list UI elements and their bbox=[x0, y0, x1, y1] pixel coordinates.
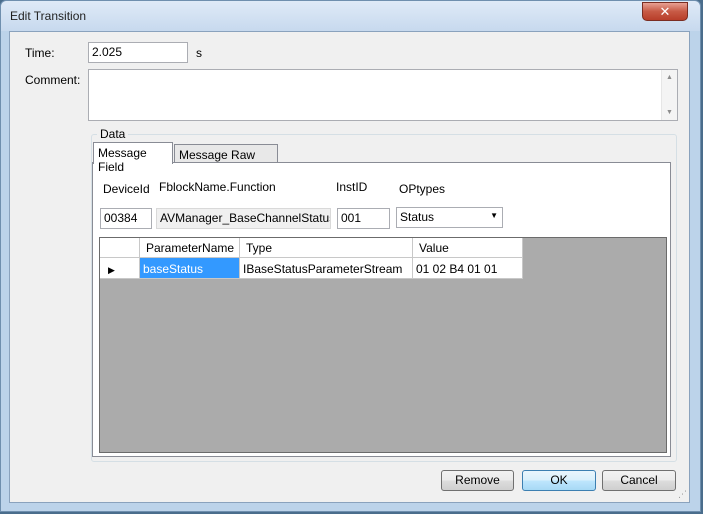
parameter-grid[interactable]: ParameterName Type Value ▶ baseStatus IB… bbox=[99, 237, 667, 453]
column-header-parametername[interactable]: ParameterName bbox=[140, 238, 240, 258]
optypes-selected-value: Status bbox=[400, 210, 435, 224]
cancel-button[interactable]: Cancel bbox=[602, 470, 676, 491]
fblock-function-label: FblockName.Function bbox=[159, 180, 276, 194]
current-row-icon: ▶ bbox=[108, 265, 115, 275]
column-header-value[interactable]: Value bbox=[413, 238, 523, 258]
comment-scrollbar[interactable]: ▲ ▼ bbox=[661, 70, 677, 120]
comment-textarea[interactable]: ▲ ▼ bbox=[88, 69, 678, 121]
dialog-body: Time: 2.025 s Comment: ▲ ▼ Data Message … bbox=[9, 31, 690, 503]
optypes-select[interactable]: Status ▼ bbox=[396, 207, 503, 228]
title-bar[interactable]: Edit Transition ✕ bbox=[1, 1, 700, 31]
column-header-type[interactable]: Type bbox=[240, 238, 413, 258]
row-header[interactable]: ▶ bbox=[100, 258, 140, 279]
grid-cell-value[interactable]: 01 02 B4 01 01 bbox=[413, 258, 523, 279]
grid-cell-type[interactable]: IBaseStatusParameterStream bbox=[240, 258, 413, 279]
device-id-label: DeviceId bbox=[103, 182, 150, 196]
grid-cell-parametername[interactable]: baseStatus bbox=[140, 258, 240, 279]
close-icon: ✕ bbox=[659, 4, 671, 19]
scroll-down-icon[interactable]: ▼ bbox=[662, 105, 677, 120]
inst-id-label: InstID bbox=[336, 180, 368, 194]
close-button[interactable]: ✕ bbox=[642, 2, 688, 21]
resize-grip-icon[interactable]: ⋰ bbox=[678, 489, 687, 500]
time-input[interactable]: 2.025 bbox=[88, 42, 188, 63]
grid-corner-header[interactable] bbox=[100, 238, 140, 258]
window-title: Edit Transition bbox=[10, 9, 87, 23]
inst-id-input[interactable]: 001 bbox=[337, 208, 390, 229]
time-unit: s bbox=[196, 46, 202, 60]
device-id-input[interactable]: 00384 bbox=[100, 208, 152, 229]
time-label: Time: bbox=[25, 46, 55, 60]
tab-message-field[interactable]: Message Field bbox=[93, 142, 173, 174]
chevron-down-icon[interactable]: ▼ bbox=[490, 211, 498, 220]
remove-button[interactable]: Remove bbox=[441, 470, 514, 491]
tab-message-raw-data[interactable]: Message Raw Data bbox=[174, 144, 278, 176]
fblock-function-field: AVManager_BaseChannelStatus bbox=[156, 208, 331, 229]
data-group-title: Data bbox=[97, 127, 129, 141]
scroll-up-icon[interactable]: ▲ bbox=[662, 70, 677, 85]
optypes-label: OPtypes bbox=[399, 182, 446, 196]
ok-button[interactable]: OK bbox=[522, 470, 596, 491]
comment-label: Comment: bbox=[25, 73, 81, 87]
edit-transition-dialog: Edit Transition ✕ Time: 2.025 s Comment:… bbox=[0, 0, 701, 512]
